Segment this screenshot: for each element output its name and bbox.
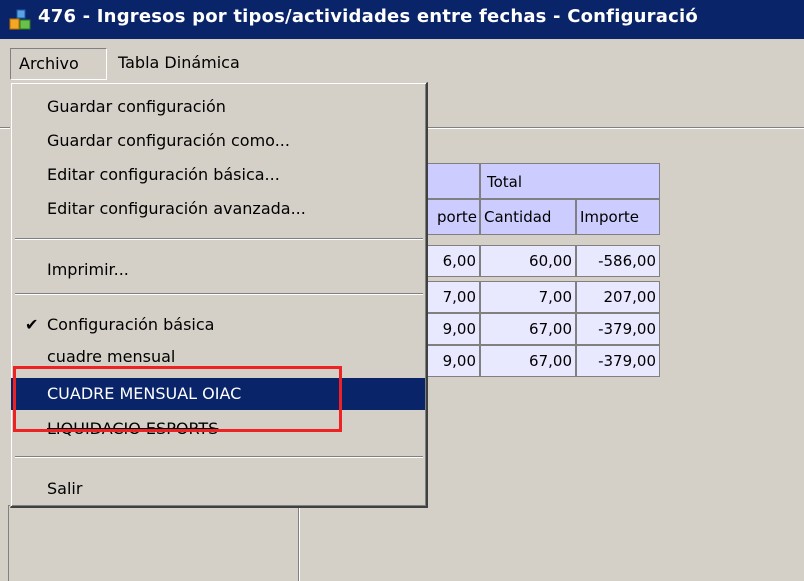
pivot-col-importe: Importe [576,199,660,235]
pivot-cell: -379,00 [576,345,660,377]
divider [298,500,299,581]
menu-separator [15,293,423,295]
pivot-cell: 7,00 [480,281,576,313]
left-panel [8,505,300,581]
menu-archivo[interactable]: Archivo [10,48,107,80]
menu-item-editar-configuracion-avanzada[interactable]: Editar configuración avanzada... [11,193,425,225]
window-title: 476 - Ingresos por tipos/actividades ent… [38,6,698,27]
archivo-dropdown-menu: Guardar configuración Guardar configurac… [10,82,428,508]
pivot-cell: -379,00 [576,313,660,345]
menu-tabla-dinamica[interactable]: Tabla Dinámica [118,48,240,80]
menu-item-configuracion-basica[interactable]: Configuración básica [11,309,425,341]
pivot-header-total: Total [480,163,660,199]
pivot-cell: 67,00 [480,345,576,377]
menu-separator [15,238,423,240]
menu-item-salir[interactable]: Salir [11,473,425,505]
pivot-cell: 207,00 [576,281,660,313]
title-bar: 476 - Ingresos por tipos/actividades ent… [0,0,804,39]
pivot-cell: -586,00 [576,245,660,277]
highlight-annotation [13,366,342,432]
menu-item-guardar-configuracion-como[interactable]: Guardar configuración como... [11,125,425,157]
menu-item-editar-configuracion-basica[interactable]: Editar configuración básica... [11,159,425,191]
pivot-cell: 67,00 [480,313,576,345]
menu-item-imprimir[interactable]: Imprimir... [11,254,425,286]
pivot-col-cantidad: Cantidad [480,199,576,235]
pivot-cell: 60,00 [480,245,576,277]
menu-separator [15,456,423,458]
menu-item-guardar-configuracion[interactable]: Guardar configuración [11,91,425,123]
app-icon [9,9,31,30]
